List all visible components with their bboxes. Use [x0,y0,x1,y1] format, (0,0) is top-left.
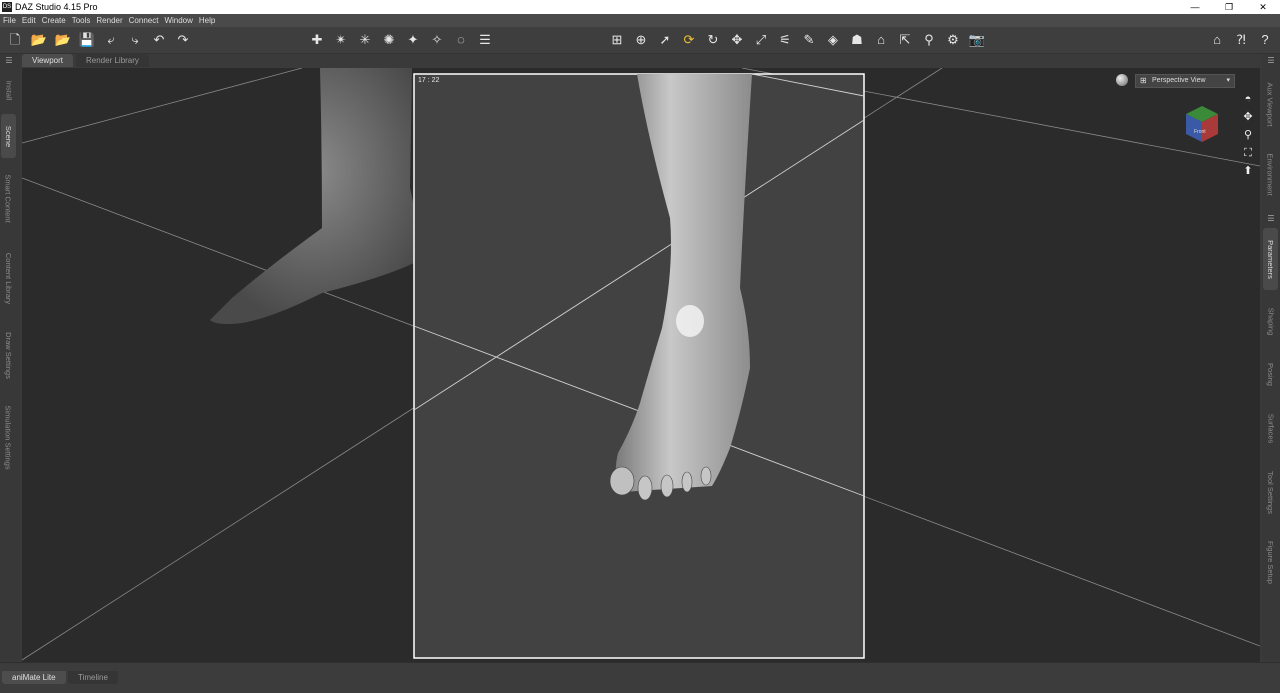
create-light-icon[interactable]: ✦ [404,31,422,49]
create-camera-icon[interactable]: ✚ [308,31,326,49]
render-settings-icon[interactable]: ⚙ [944,31,962,49]
panel-menu-icon[interactable]: ☰ [1265,214,1277,224]
new-scene-icon[interactable]: 🗋 [6,31,24,49]
pan-icon[interactable]: ✥ [1241,110,1255,124]
tab-animate-lite[interactable]: aniMate Lite [2,671,66,684]
view-selector-label: Perspective View [1152,77,1206,84]
menu-tools[interactable]: Tools [72,16,91,25]
tab-install[interactable]: Install [1,70,16,110]
frame-aspect-label: 17 : 22 [418,77,440,84]
tab-viewport[interactable]: Viewport [22,54,73,67]
tab-tool-settings[interactable]: Tool Settings [1263,460,1278,524]
tab-simulation-settings[interactable]: Simulation Settings [1,394,16,480]
scene-render [22,68,1260,661]
create-null-icon[interactable]: ✧ [428,31,446,49]
figure-geometry-icon[interactable]: ☗ [848,31,866,49]
minimize-button[interactable]: — [1178,0,1212,14]
tab-posing[interactable]: Posing [1263,352,1278,396]
reset-view-icon[interactable]: ⬆ [1241,164,1255,178]
menu-render[interactable]: Render [96,16,122,25]
surface-selection-icon[interactable]: ◈ [824,31,842,49]
app-icon: DS [2,2,12,12]
left-panel-strip: ☰ Install Scene Smart Content Content Li… [0,54,20,660]
restore-button[interactable]: ❐ [1212,0,1246,14]
export-icon[interactable]: ⤷ [126,31,144,49]
3d-viewport[interactable]: 17 : 22 ⊞ Perspective View ▾ Front ◓ ✥ ⚲ ⛶ ⬆ [22,68,1260,662]
translate-tool-icon[interactable]: ✥ [728,31,746,49]
view-selector[interactable]: ⊞ Perspective View ▾ [1135,74,1235,88]
grid-icon: ⊞ [1140,76,1147,85]
open-icon[interactable]: 📂 [30,31,48,49]
menu-create[interactable]: Create [42,16,66,25]
menu-edit[interactable]: Edit [22,16,36,25]
whats-this-icon[interactable]: ⁈ [1232,31,1250,49]
menu-help[interactable]: Help [199,16,215,25]
right-panel-strip: ☰ Aux Viewport Environment ☰ Parameters … [1262,54,1280,660]
tab-timeline[interactable]: Timeline [68,671,118,684]
panel-menu-icon[interactable]: ☰ [1265,56,1277,66]
main-toolbar: 🗋 📂 📂 💾 ⤶ ⤷ ↶ ↷ ✚ ✴ ✳ ✺ ✦ ✧ ◌ ☰ ⊞ ⊕ ➚ ⟳ ↻ ✥ ⤢ ⚟ ✎ ◈ ☗ ⌂ ⇱ ⚲ ⚙ 📷 ⌂ ⁈? [0,27,1280,54]
tab-shaping[interactable]: Shaping [1263,296,1278,346]
frame-icon[interactable]: ⛶ [1241,146,1255,160]
zoom-icon[interactable]: ⚲ [1241,128,1255,142]
window-title: DAZ Studio 4.15 Pro [15,2,98,12]
draw-style-icon[interactable] [1116,74,1128,86]
merge-icon[interactable]: 📂 [54,31,72,49]
align-icon[interactable]: ☰ [476,31,494,49]
close-button[interactable]: ✕ [1246,0,1280,14]
help-icon[interactable]: ? [1256,31,1274,49]
create-primitive-icon[interactable]: ◌ [452,31,470,49]
region-navigator-icon[interactable]: ⇱ [896,31,914,49]
menu-connect[interactable]: Connect [129,16,159,25]
undo-icon[interactable]: ↶ [150,31,168,49]
joint-editor-icon[interactable]: ⚟ [776,31,794,49]
view-cube-icon[interactable]: Front [1182,104,1222,144]
weight-map-icon[interactable]: ✎ [800,31,818,49]
create-pointlight-icon[interactable]: ✳ [356,31,374,49]
menu-bar: File Edit Create Tools Render Connect Wi… [0,14,1280,27]
viewport-tab-row: Viewport Render Library [0,54,1280,67]
tab-render-library[interactable]: Render Library [76,54,149,67]
menu-window[interactable]: Window [164,16,192,25]
import-icon[interactable]: ⤶ [102,31,120,49]
active-pose-icon[interactable]: ⟳ [680,31,698,49]
rotate-tool-icon[interactable]: ↻ [704,31,722,49]
tab-content-library[interactable]: Content Library [1,239,16,317]
save-icon[interactable]: 💾 [78,31,96,49]
create-distant-light-icon[interactable]: ✺ [380,31,398,49]
title-bar: DS DAZ Studio 4.15 Pro — ❐ ✕ [0,0,1280,14]
universal-tool-icon[interactable]: ⊕ [632,31,650,49]
select-tool-icon[interactable]: ➚ [656,31,674,49]
scale-tool-icon[interactable]: ⤢ [752,31,770,49]
tab-scene[interactable]: Scene [1,114,16,158]
tab-environment[interactable]: Environment [1263,144,1278,204]
tab-figure-setup[interactable]: Figure Setup [1263,530,1278,594]
transfer-utility-icon[interactable]: ⚲ [920,31,938,49]
bottom-pane: aniMate Lite Timeline [0,662,1280,693]
create-spotlight-icon[interactable]: ✴ [332,31,350,49]
background-foot [210,68,418,324]
chevron-down-icon: ▾ [1226,77,1230,84]
render-icon[interactable]: 📷 [968,31,986,49]
tab-smart-content[interactable]: Smart Content [1,162,16,234]
panel-menu-icon[interactable]: ☰ [3,56,15,66]
tab-draw-settings[interactable]: Draw Settings [1,322,16,388]
redo-icon[interactable]: ↷ [174,31,192,49]
node-camera-icon[interactable]: ⌂ [872,31,890,49]
cube-face-label: Front [1194,129,1206,135]
tab-aux-viewport[interactable]: Aux Viewport [1263,68,1278,140]
tab-parameters[interactable]: Parameters [1263,228,1278,290]
orbit-icon[interactable]: ◓ [1241,92,1255,106]
daz-home-icon[interactable]: ⌂ [1208,31,1226,49]
menu-file[interactable]: File [3,16,16,25]
node-selection-icon[interactable]: ⊞ [608,31,626,49]
tab-surfaces[interactable]: Surfaces [1263,402,1278,454]
